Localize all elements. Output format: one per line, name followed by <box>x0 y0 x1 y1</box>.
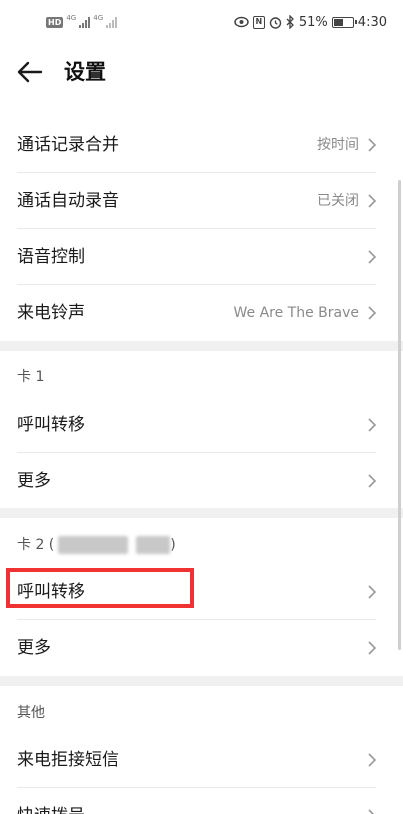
row-label: 呼叫转移 <box>17 415 85 435</box>
sim1-section-header: 卡 1 <box>17 369 45 385</box>
sim2-header-prefix: 卡 2 ( <box>17 537 55 553</box>
row-label: 通话记录合并 <box>17 135 119 155</box>
row-label: 通话自动录音 <box>17 191 119 211</box>
redacted-number <box>58 536 129 554</box>
back-arrow-icon[interactable] <box>14 56 46 88</box>
network-type-2: 4G <box>93 14 104 22</box>
row-label: 更多 <box>17 638 51 658</box>
reject-sms-item[interactable]: 来电拒接短信 <box>0 732 403 788</box>
section-gap <box>0 676 403 686</box>
battery-icon <box>331 16 357 28</box>
sim2-header-suffix: ) <box>170 537 176 553</box>
status-bar: HD 4G 4G N 51% 4:30 <box>0 0 403 44</box>
voice-control-item[interactable]: 语音控制 <box>0 229 403 285</box>
highlight-box <box>6 568 194 608</box>
redacted-number <box>136 536 171 554</box>
call-log-merge-item[interactable]: 通话记录合并 按时间 <box>0 117 403 173</box>
chevron-right-icon <box>368 474 377 488</box>
row-value: 按时间 <box>317 137 359 153</box>
ringtone-item[interactable]: 来电铃声 We Are The Brave <box>0 285 403 341</box>
network-type-1: 4G <box>66 14 77 22</box>
signal-icon <box>79 16 91 28</box>
sim1-call-forwarding-item[interactable]: 呼叫转移 <box>0 397 403 453</box>
speed-dial-item[interactable]: 快速拨号 <box>0 788 403 814</box>
hd-badge: HD <box>46 16 64 28</box>
sim2-section-header: 卡 2 () <box>17 535 176 555</box>
row-value: We Are The Brave <box>233 305 359 321</box>
chevron-right-icon <box>368 306 377 320</box>
section-gap <box>0 341 403 351</box>
section-gap <box>0 508 403 518</box>
app-header: 设置 <box>0 48 403 96</box>
chevron-right-icon <box>368 585 377 599</box>
row-label: 来电铃声 <box>17 303 85 323</box>
scrollbar[interactable] <box>398 180 401 650</box>
status-left: HD 4G 4G <box>46 14 118 30</box>
sim2-more-item[interactable]: 更多 <box>0 620 403 676</box>
clock: 4:30 <box>357 14 387 30</box>
chevron-right-icon <box>368 809 375 814</box>
sim1-more-item[interactable]: 更多 <box>0 453 403 509</box>
row-value: 已关闭 <box>317 193 359 209</box>
alarm-icon <box>269 16 282 29</box>
row-label: 来电拒接短信 <box>17 750 119 770</box>
bluetooth-icon <box>286 15 294 29</box>
auto-record-item[interactable]: 通话自动录音 已关闭 <box>0 173 403 229</box>
row-label: 快速拨号 <box>17 804 85 814</box>
nfc-icon: N <box>252 15 265 29</box>
chevron-right-icon <box>368 194 377 208</box>
status-right: N 51% 4:30 <box>234 13 387 31</box>
battery-level <box>333 18 343 26</box>
chevron-right-icon <box>368 641 377 655</box>
page-title: 设置 <box>64 60 106 84</box>
row-label: 更多 <box>17 471 51 491</box>
chevron-right-icon <box>368 753 377 767</box>
chevron-right-icon <box>368 250 377 264</box>
chevron-right-icon <box>368 138 377 152</box>
signal-icon <box>106 16 118 28</box>
row-label: 语音控制 <box>17 247 85 267</box>
other-section-header: 其他 <box>17 705 45 721</box>
chevron-right-icon <box>368 418 377 432</box>
battery-percent: 51% <box>298 14 328 30</box>
eye-icon <box>234 16 249 28</box>
